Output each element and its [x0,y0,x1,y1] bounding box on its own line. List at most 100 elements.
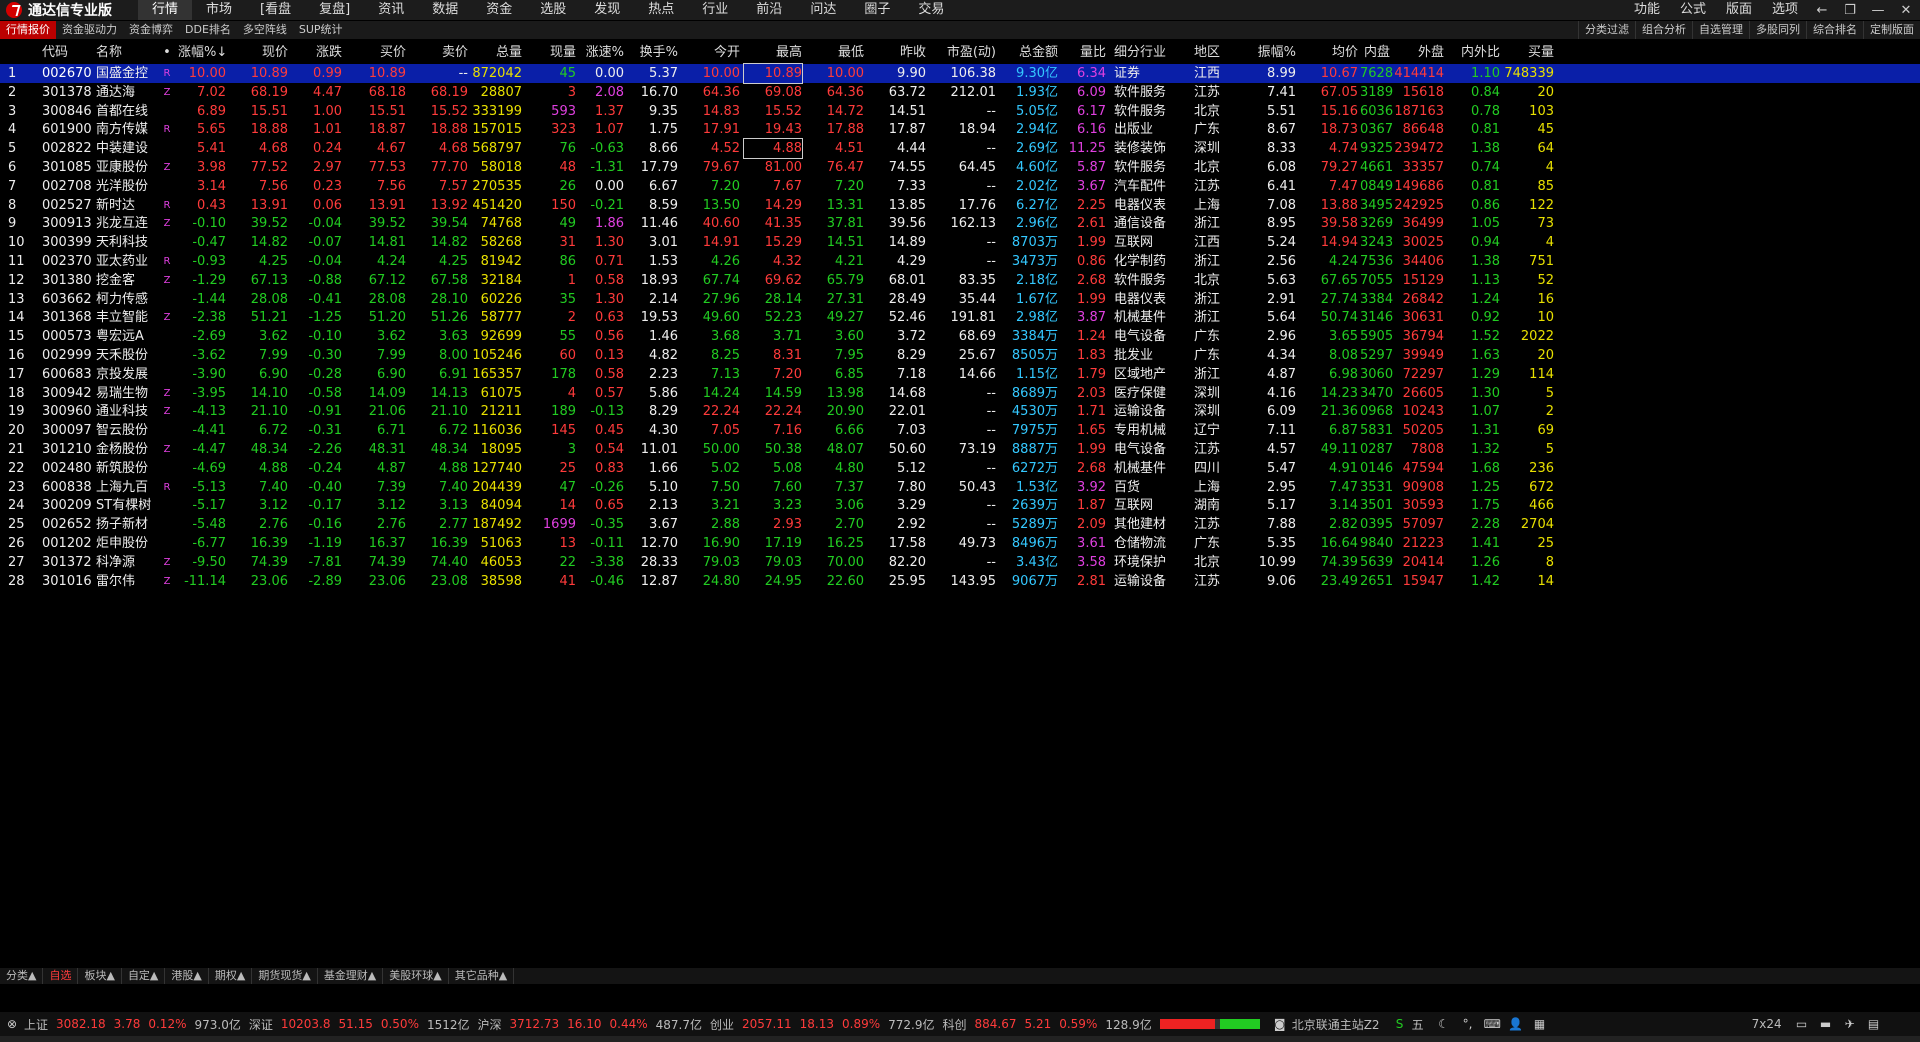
stock-code[interactable]: 300942 [42,384,92,403]
stock-code[interactable]: 300399 [42,233,92,252]
table-row[interactable]: 11 002370 亚太药业 R -0.93 4.25 -0.04 4.24 4.25 81942… [0,252,1920,271]
stock-code[interactable]: 002999 [42,346,92,365]
tab-sector[interactable]: 板块▲ [78,968,122,984]
column-header-bid-volume[interactable]: 买量 [1504,42,1554,64]
column-header-turnover-pct[interactable]: 换手% [628,42,678,64]
menu-item-hot[interactable]: 热点 [634,0,688,20]
column-header-stock-code[interactable]: 代码 [42,42,92,64]
keyboard-icon[interactable]: ⌨ [1484,1017,1501,1031]
stock-name[interactable]: ST有棵树 [96,496,156,515]
button-multi-stock[interactable]: 多股同列 [1749,21,1806,39]
stock-code[interactable]: 301085 [42,158,92,177]
back-arrow-icon[interactable]: ← [1808,3,1836,18]
tab-fund-drive[interactable]: 资金驱动力 [56,21,123,39]
stock-code[interactable]: 300913 [42,214,92,233]
horizontal-scrollbar[interactable] [0,1036,1920,1042]
stock-name[interactable]: 新时达 [96,196,156,215]
table-row[interactable]: 20 300097 智云股份 -4.41 6.72 -0.31 6.71 6.72 116036… [0,421,1920,440]
stock-name[interactable]: 首都在线 [96,102,156,121]
stock-code[interactable]: 301372 [42,553,92,572]
menu-item-options[interactable]: 选项 [1762,0,1808,20]
table-row[interactable]: 1 002670 国盛金控 R 10.00 10.89 0.99 10.89 -- 872042 4… [0,63,1920,84]
column-header-change[interactable]: 涨跌 [292,42,342,64]
menu-item-news[interactable]: 资讯 [364,0,418,20]
column-header-prev-close[interactable]: 昨收 [868,42,926,64]
stock-code[interactable]: 600683 [42,365,92,384]
stock-code[interactable]: 301368 [42,308,92,327]
mute-icon[interactable]: ✈ [1842,1017,1858,1031]
stock-name[interactable]: 天禾股份 [96,346,156,365]
table-row[interactable]: 16 002999 天禾股份 -3.62 7.99 -0.30 7.99 8.00 105246… [0,346,1920,365]
tab-us-global[interactable]: 美股环球▲ [383,968,449,984]
stock-name[interactable]: 智云股份 [96,421,156,440]
stock-name[interactable]: 亚康股份 [96,158,156,177]
column-header-low-price[interactable]: 最低 [806,42,864,64]
settings-icon[interactable]: ▤ [1866,1017,1882,1031]
table-row[interactable]: 13 603662 柯力传感 -1.44 28.08 -0.41 28.08 28.10 602… [0,290,1920,309]
user-icon[interactable]: 👤 [1508,1017,1524,1031]
index-sh-label[interactable]: 上证 [24,1016,48,1033]
stock-name[interactable]: 亚太药业 [96,252,156,271]
tab-custom[interactable]: 自定▲ [122,968,166,984]
button-category-filter[interactable]: 分类过滤 [1578,21,1635,39]
tab-options[interactable]: 期权▲ [209,968,253,984]
stock-code[interactable]: 300846 [42,102,92,121]
server-label[interactable]: 北京联通主站Z2 [1292,1016,1380,1033]
tab-sup-stats[interactable]: SUP统计 [293,21,349,39]
column-header-amplitude-pct[interactable]: 振幅% [1240,42,1296,64]
moon-icon[interactable]: ☾ [1436,1017,1452,1031]
stock-name[interactable]: 科净源 [96,553,156,572]
table-row[interactable]: 18 300942 易瑞生物 Z -3.95 14.10 -0.58 14.09 14.13 61… [0,384,1920,403]
column-header-ask-price[interactable]: 卖价 [410,42,468,64]
monitor-icon[interactable]: ▬ [1818,1017,1834,1031]
stock-name[interactable]: 京投发展 [96,365,156,384]
table-row[interactable]: 27 301372 科净源 Z -9.50 74.39 -7.81 74.39 74.40 460… [0,553,1920,572]
stock-name[interactable]: 南方传媒 [96,120,156,139]
menu-item-formula[interactable]: 公式 [1670,0,1716,20]
index-cy-label[interactable]: 创业 [710,1016,734,1033]
menu-item-discover[interactable]: 发现 [580,0,634,20]
tab-futures[interactable]: 期货现货▲ [252,968,318,984]
tab-category[interactable]: 分类▲ [0,968,44,984]
menu-item-watch[interactable]: [看盘 [246,0,305,20]
table-row[interactable]: 8 002527 新时达 R 0.43 13.91 0.06 13.91 13.92 451420… [0,196,1920,215]
stock-code[interactable]: 301378 [42,83,92,102]
tab-fund[interactable]: 基金理财▲ [318,968,384,984]
stock-name[interactable]: 易瑞生物 [96,384,156,403]
stock-name[interactable]: 雷尔伟 [96,572,156,591]
column-header-outer-volume[interactable]: 外盘 [1392,42,1444,64]
column-header-open-price[interactable]: 今开 [682,42,740,64]
ime-mode[interactable]: 五 [1412,1016,1424,1033]
column-header-current-volume[interactable]: 现量 [526,42,576,64]
stock-name[interactable]: 通业科技 [96,402,156,421]
table-row[interactable]: 5 002822 中装建设 5.41 4.68 0.24 4.67 4.68 568797 76-… [0,138,1920,160]
column-header-stock-name[interactable]: 名称 [96,42,156,64]
stock-name[interactable]: 粤宏远A [96,327,156,346]
index-hs-label[interactable]: 沪深 [478,1016,502,1033]
column-header-total-volume[interactable]: 总量 [472,42,522,64]
stock-code[interactable]: 001202 [42,534,92,553]
stock-code[interactable]: 301210 [42,440,92,459]
table-row[interactable]: 21 301210 金杨股份 Z -4.47 48.34 -2.26 48.31 48.34 18… [0,440,1920,459]
menu-item-data[interactable]: 数据 [418,0,472,20]
menu-item-ask[interactable]: 问达 [796,0,850,20]
table-row[interactable]: 25 002652 扬子新材 -5.48 2.76 -0.16 2.76 2.77 187492… [0,515,1920,534]
menu-item-picker[interactable]: 选股 [526,0,580,20]
stock-code[interactable]: 301016 [42,572,92,591]
button-custom-layout[interactable]: 定制版面 [1863,21,1920,39]
stock-code[interactable]: 002480 [42,459,92,478]
menu-item-circle[interactable]: 圈子 [850,0,904,20]
index-kc-label[interactable]: 科创 [942,1016,966,1033]
stock-code[interactable]: 600838 [42,478,92,497]
menu-item-market[interactable]: 市场 [192,0,246,20]
close-window-icon[interactable]: ✕ [1892,3,1920,18]
column-header-avg-price[interactable]: 均价 [1300,42,1358,64]
stock-code[interactable]: 603662 [42,290,92,309]
table-row[interactable]: 22 002480 新筑股份 -4.69 4.88 -0.24 4.87 4.88 127740… [0,459,1920,478]
table-row[interactable]: 12 301380 挖金客 Z -1.29 67.13 -0.88 67.12 67.58 321… [0,271,1920,290]
column-header-change-pct[interactable]: 涨幅%↓ [178,42,227,64]
menu-item-trade[interactable]: 交易 [904,0,958,20]
stock-code[interactable]: 301380 [42,271,92,290]
tab-dde-rank[interactable]: DDE排名 [179,21,237,39]
stock-code[interactable]: 300097 [42,421,92,440]
